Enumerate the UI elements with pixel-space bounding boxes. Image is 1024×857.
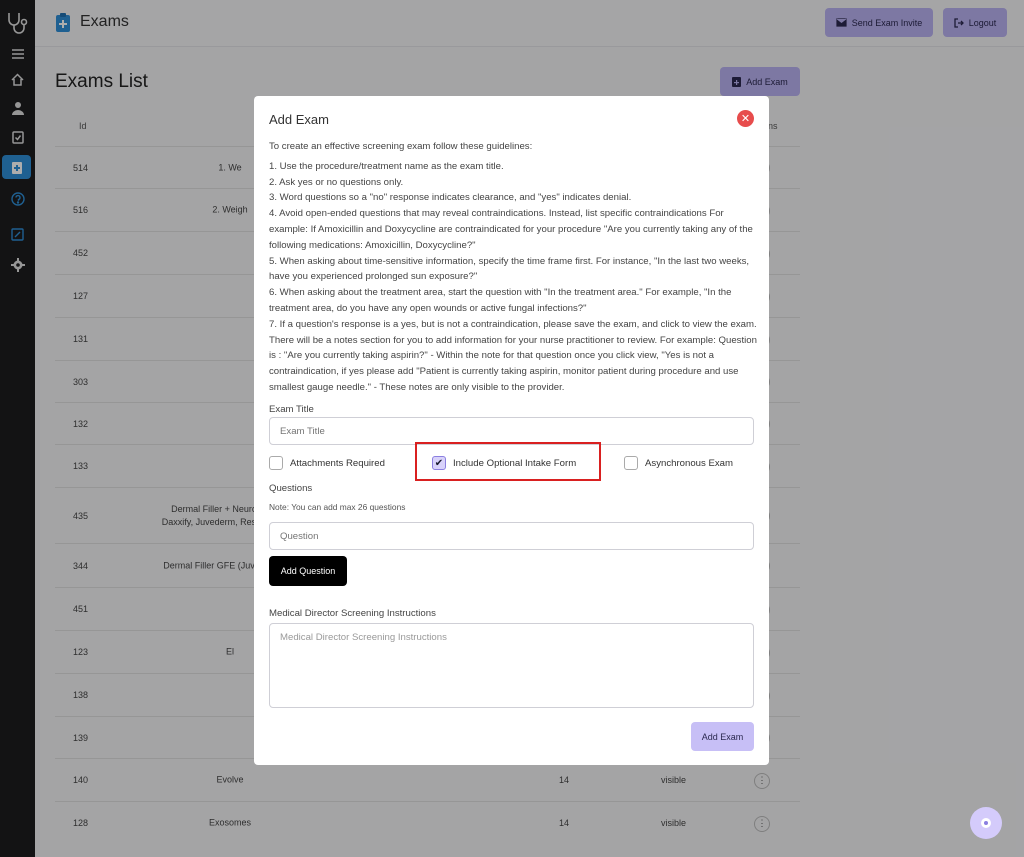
guideline-2: 2. Ask yes or no questions only. — [269, 176, 404, 188]
questions-label: Questions — [269, 483, 313, 494]
exam-title-input[interactable] — [269, 417, 754, 445]
md-instructions-label: Medical Director Screening Instructions — [269, 608, 436, 619]
question-input[interactable] — [269, 522, 754, 550]
highlight-box — [415, 442, 601, 481]
add-exam-submit-button[interactable]: Add Exam — [691, 722, 754, 751]
exam-title-label: Exam Title — [269, 404, 314, 415]
md-instructions-textarea[interactable]: Medical Director Screening Instructions — [269, 623, 754, 708]
attachments-required-label: Attachments Required — [290, 457, 385, 469]
guideline-5: 5. When asking about time-sensitive info… — [269, 255, 750, 283]
checkbox-box[interactable] — [624, 456, 638, 470]
close-icon[interactable]: ✕ — [737, 110, 754, 127]
chat-support-button[interactable] — [970, 807, 1002, 839]
asynchronous-exam-checkbox[interactable]: Asynchronous Exam — [624, 456, 733, 470]
guideline-3: 3. Word questions so a "no" response ind… — [269, 192, 632, 204]
checkbox-box[interactable] — [269, 456, 283, 470]
guidelines-intro: To create an effective screening exam fo… — [269, 141, 533, 152]
chat-icon — [981, 818, 991, 828]
add-exam-modal: Add Exam ✕ To create an effective screen… — [254, 96, 769, 765]
guideline-4: 4. Avoid open-ended questions that may r… — [269, 208, 753, 251]
guideline-7: 7. If a question's response is a yes, bu… — [269, 318, 757, 393]
questions-note: Note: You can add max 26 questions — [269, 502, 406, 512]
attachments-required-checkbox[interactable]: Attachments Required — [269, 456, 385, 470]
guidelines-text: To create an effective screening exam fo… — [269, 139, 757, 396]
add-question-button[interactable]: Add Question — [269, 556, 347, 586]
guideline-6: 6. When asking about the treatment area,… — [269, 287, 732, 314]
asynchronous-exam-label: Asynchronous Exam — [645, 457, 733, 469]
guideline-1: 1. Use the procedure/treatment name as t… — [269, 160, 504, 172]
modal-title: Add Exam — [269, 112, 329, 127]
